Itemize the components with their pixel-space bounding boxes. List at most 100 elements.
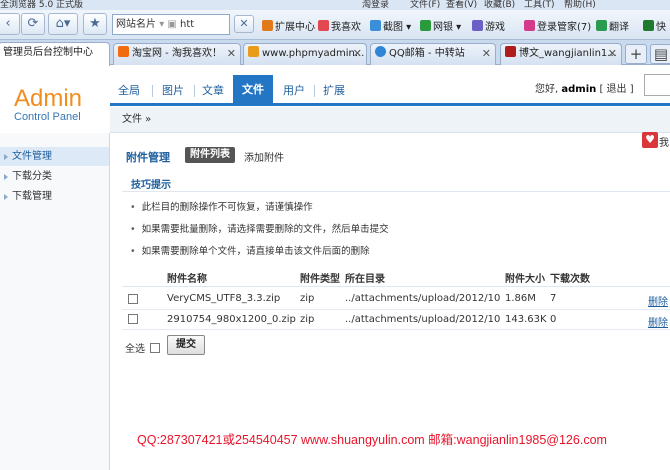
browser-tab-bar: 管理员后台控制中心 淘宝网 - 淘我喜欢！ ✕ www.phpmyadmin..…	[0, 40, 670, 66]
submit-button[interactable]: 提交	[167, 335, 205, 355]
site-card-label[interactable]: 网站名片	[116, 19, 156, 30]
star-icon: ★	[89, 16, 101, 31]
home-icon: ⌂▾	[55, 16, 71, 31]
blog-icon	[505, 46, 516, 57]
cell-type: zip	[300, 293, 315, 304]
user-info: 您好, admin [ 退出 ]	[535, 80, 634, 95]
toolbar-ext-center[interactable]: 扩展中心	[262, 18, 315, 33]
tab-attachment-list[interactable]: 附件列表	[185, 147, 235, 163]
tab-label: QQ邮箱 - 中转站	[389, 48, 465, 59]
tab-blog[interactable]: 博文_wangjianlin1... ✕	[500, 43, 622, 65]
key-icon	[524, 20, 535, 31]
bank-icon	[420, 20, 431, 31]
tab-list-button[interactable]: ▤	[650, 44, 670, 64]
nav-users[interactable]: 用户	[275, 77, 313, 104]
nav-global[interactable]: 全局	[110, 77, 148, 104]
toolbar-fast[interactable]: 快	[643, 18, 666, 33]
url-text[interactable]: htt	[180, 19, 194, 30]
close-icon: ✕	[239, 17, 249, 30]
select-all[interactable]: 全选	[125, 340, 161, 355]
refresh-button[interactable]: ⟳	[21, 13, 45, 35]
table-header-divider	[122, 286, 670, 287]
nav-images[interactable]: 图片	[154, 77, 192, 104]
col-header-dir: 所在目录	[345, 274, 385, 285]
close-tab-icon[interactable]: ✕	[482, 44, 491, 63]
menu-favorites[interactable]: 收藏(B)	[484, 0, 515, 10]
scissors-icon	[370, 20, 381, 31]
qq-icon	[375, 46, 386, 57]
refresh-icon: ⟳	[27, 16, 39, 31]
tab-label: www.phpmyadmin...	[262, 48, 365, 59]
menu-file[interactable]: 文件(F)	[410, 0, 440, 10]
tips-title: 技巧提示	[131, 180, 171, 191]
plus-icon: +	[629, 45, 643, 63]
extension-icon	[262, 20, 273, 31]
row-divider	[122, 309, 670, 310]
login-link[interactable]: 淘登录	[362, 0, 389, 10]
tip-item: 如果需要批量删除，请选择需要删除的文件，然后单击提交	[130, 221, 389, 235]
select-all-checkbox[interactable]	[150, 343, 161, 353]
breadcrumb: 文件 »	[110, 107, 670, 133]
cell-downloads: 0	[550, 314, 557, 325]
cell-downloads: 7	[550, 293, 557, 304]
heart-icon[interactable]: ♥	[642, 132, 658, 148]
sidebar-item-download-category[interactable]: 下载分类	[0, 167, 109, 186]
logout-link[interactable]: [ 退出 ]	[599, 84, 633, 95]
menu-tools[interactable]: 工具(T)	[524, 0, 555, 10]
tab-qqmail[interactable]: QQ邮箱 - 中转站 ✕	[370, 43, 496, 65]
watermark-text: QQ:287307421或254540457 www.shuangyulin.c…	[137, 433, 607, 447]
cell-name: VeryCMS_UTF8_3.3.zip	[167, 293, 281, 304]
close-tab-icon[interactable]: ✕	[227, 44, 236, 63]
cell-dir: ../attachments/upload/2012/10	[345, 314, 501, 325]
sidebar-item-download-manage[interactable]: 下载管理	[0, 187, 109, 206]
menu-help[interactable]: 帮助(H)	[564, 0, 596, 10]
toolbar-like[interactable]: 我喜欢	[318, 18, 361, 33]
favorite-star-button[interactable]: ★	[83, 13, 107, 35]
tab-add-attachment[interactable]: 添加附件	[244, 149, 284, 164]
toolbar-games[interactable]: 游戏	[472, 18, 505, 33]
logo-title: Admin	[14, 85, 83, 112]
favorite-label[interactable]: 我	[659, 134, 669, 149]
tab-label: 博文_wangjianlin1...	[519, 48, 617, 59]
toolbar-netbank[interactable]: 网银 ▾	[420, 18, 461, 33]
sidebar-item-file-manage[interactable]: 文件管理	[0, 147, 109, 166]
delete-link[interactable]: 删除	[648, 314, 668, 329]
home-button[interactable]: ⌂▾	[48, 13, 78, 35]
browser-title: 全浏览器 5.0 正式版	[0, 0, 84, 10]
search-input[interactable]	[644, 74, 670, 96]
toolbar-screenshot[interactable]: 截图 ▾	[370, 18, 411, 33]
address-bar[interactable]: 网站名片 ▾ ▣ htt	[112, 14, 230, 35]
col-header-type: 附件类型	[300, 274, 340, 285]
back-button[interactable]: ‹	[0, 13, 20, 35]
nav-extensions[interactable]: 扩展	[315, 77, 353, 104]
cell-size: 1.86M	[505, 293, 536, 304]
delete-link[interactable]: 删除	[648, 293, 668, 308]
logo-subtitle: Control Panel	[14, 111, 81, 123]
tip-item: 此栏目的删除操作不可恢复，请谨慎操作	[130, 199, 313, 213]
new-tab-button[interactable]: +	[625, 44, 647, 64]
tab-list-icon: ▤	[653, 45, 669, 63]
row-checkbox[interactable]	[128, 314, 138, 324]
tip-item: 如果需要删除单个文件，请直接单击该文件后面的删除	[130, 243, 370, 257]
close-url-button[interactable]: ✕	[234, 15, 254, 33]
tab-label: 管理员后台控制中心	[3, 47, 93, 58]
nav-files[interactable]: 文件	[233, 75, 273, 104]
close-tab-icon[interactable]: ✕	[608, 44, 617, 63]
cell-dir: ../attachments/upload/2012/10	[345, 293, 501, 304]
nav-articles[interactable]: 文章	[194, 77, 232, 104]
toolbar-translate[interactable]: 翻译	[596, 18, 629, 33]
col-header-name: 附件名称	[167, 274, 207, 285]
browser-title-bar: 全浏览器 5.0 正式版 淘登录 文件(F) 查看(V) 收藏(B) 工具(T)…	[0, 0, 670, 10]
tab-admin-panel[interactable]: 管理员后台控制中心	[0, 42, 110, 66]
toolbar-login-manager[interactable]: 登录管家(7)	[524, 18, 591, 33]
tab-taobao[interactable]: 淘宝网 - 淘我喜欢！ ✕	[113, 43, 241, 65]
close-tab-icon[interactable]: ✕	[353, 44, 362, 63]
sidebar: 文件管理 下载分类 下载管理	[0, 133, 110, 470]
menu-view[interactable]: 查看(V)	[446, 0, 477, 10]
row-checkbox[interactable]	[128, 294, 138, 304]
tips-divider	[122, 170, 670, 192]
cell-type: zip	[300, 314, 315, 325]
nav-underline	[110, 103, 670, 106]
game-icon	[472, 20, 483, 31]
tab-phpmyadmin[interactable]: www.phpmyadmin... ✕	[243, 43, 367, 65]
